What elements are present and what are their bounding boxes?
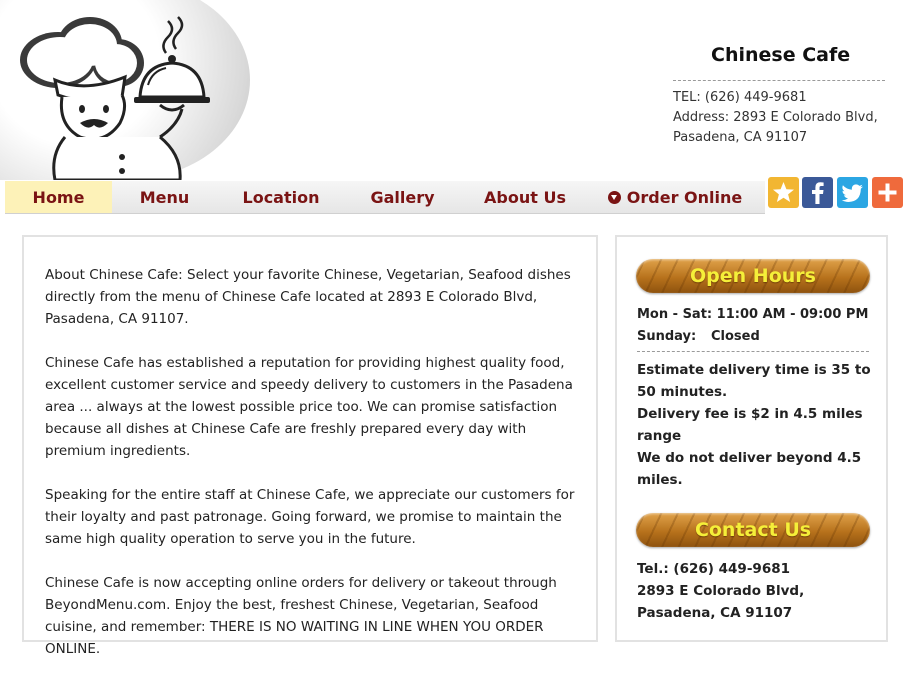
nav-item-label: Home xyxy=(32,188,85,207)
facebook-icon[interactable] xyxy=(802,177,833,208)
contact-street: 2893 E Colorado Blvd, xyxy=(637,583,805,599)
nav-item-location[interactable]: Location xyxy=(217,181,345,213)
nav-item-order-online[interactable]: Order Online xyxy=(595,181,755,213)
nav-item-label: Location xyxy=(242,188,320,207)
sidebar-divider xyxy=(637,351,869,352)
hours-days: Sunday: xyxy=(637,329,697,344)
hours-time: 11:00 AM - 09:00 PM xyxy=(716,307,869,322)
contact-tel: Tel.: (626) 449-9681 xyxy=(637,561,791,577)
about-paragraph: Chinese Cafe is now accepting online ord… xyxy=(45,575,557,657)
open-hours-heading: Open Hours xyxy=(636,259,870,293)
nav-item-label: About Us xyxy=(484,188,566,207)
main-nav: Home Menu Location Gallery About Us Orde… xyxy=(5,181,765,214)
contact-info: Tel.: (626) 449-9681 2893 E Colorado Blv… xyxy=(637,558,872,624)
header-address-line2: Pasadena, CA 91107 xyxy=(673,130,808,145)
hours-row-sunday: Sunday: Closed xyxy=(637,329,760,344)
header-contact: TEL: (626) 449-9681 Address: 2893 E Colo… xyxy=(673,88,878,148)
nav-item-about-us[interactable]: About Us xyxy=(460,181,590,213)
favorite-star-icon[interactable] xyxy=(768,177,799,208)
about-paragraph: Chinese Cafe has established a reputatio… xyxy=(45,355,573,459)
nav-item-label: Order Online xyxy=(626,188,743,207)
site-name: Chinese Cafe xyxy=(711,44,851,66)
chef-with-cloche-icon xyxy=(20,16,210,180)
header-tel: TEL: (626) 449-9681 xyxy=(673,90,807,105)
delivery-info: Estimate delivery time is 35 to 50 minut… xyxy=(637,359,872,491)
nav-item-menu[interactable]: Menu xyxy=(112,181,217,213)
hours-time: Closed xyxy=(711,329,760,344)
about-text: About Chinese Cafe: Select your favorite… xyxy=(45,264,585,682)
site-header: Chinese Cafe TEL: (626) 449-9681 Address… xyxy=(0,0,905,180)
header-address-line1: Address: 2893 E Colorado Blvd, xyxy=(673,110,878,125)
nav-item-label: Menu xyxy=(139,188,190,207)
twitter-icon[interactable] xyxy=(837,177,868,208)
hours-row-weekdays: Mon - Sat: 11:00 AM - 09:00 PM xyxy=(637,307,868,322)
header-divider xyxy=(673,80,885,81)
order-down-arrow-icon xyxy=(607,191,621,204)
about-paragraph: About Chinese Cafe: Select your favorite… xyxy=(45,267,571,327)
share-plus-icon[interactable] xyxy=(872,177,903,208)
hours-days: Mon - Sat: xyxy=(637,307,713,322)
delivery-time: Estimate delivery time is 35 to 50 minut… xyxy=(637,362,871,400)
nav-item-label: Gallery xyxy=(370,188,435,207)
nav-item-gallery[interactable]: Gallery xyxy=(345,181,460,213)
contact-city: Pasadena, CA 91107 xyxy=(637,605,793,621)
delivery-range: We do not deliver beyond 4.5 miles. xyxy=(637,450,862,488)
nav-item-home[interactable]: Home xyxy=(5,181,112,213)
sidebar-panel: Open Hours Mon - Sat: 11:00 AM - 09:00 P… xyxy=(615,235,888,642)
contact-us-heading: Contact Us xyxy=(636,513,870,547)
delivery-fee: Delivery fee is $2 in 4.5 miles range xyxy=(637,406,863,444)
about-paragraph: Speaking for the entire staff at Chinese… xyxy=(45,487,575,547)
about-panel: About Chinese Cafe: Select your favorite… xyxy=(22,235,598,657)
